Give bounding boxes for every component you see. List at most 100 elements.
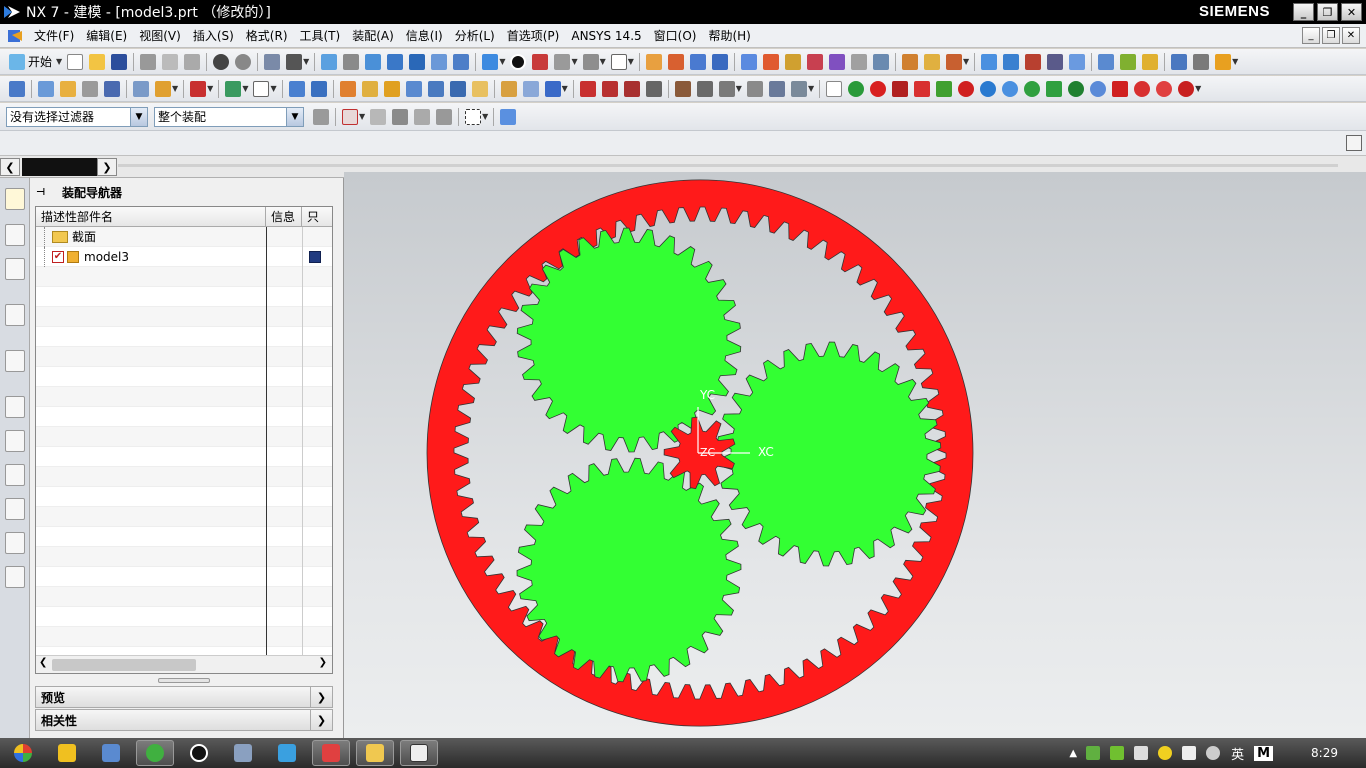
new-file-icon[interactable]: [67, 53, 84, 70]
filter-reset-icon[interactable]: [313, 108, 329, 125]
system-scene-icon[interactable]: [5, 566, 25, 588]
column-header-info[interactable]: 信息: [266, 207, 302, 226]
redo-icon[interactable]: [235, 53, 252, 70]
mirror-icon[interactable]: [500, 80, 517, 97]
surface-icon[interactable]: [981, 53, 998, 70]
doc-restore-button[interactable]: ❐: [1322, 27, 1340, 44]
input-language[interactable]: 英: [1231, 744, 1244, 763]
hardware-icon[interactable]: [1086, 746, 1101, 760]
web-browser-icon[interactable]: [5, 430, 25, 452]
rotate-icon[interactable]: [409, 53, 426, 70]
preview-section[interactable]: 预览 ❯: [35, 686, 333, 708]
chevron-right-icon[interactable]: ❯: [319, 657, 327, 668]
subtract-icon[interactable]: [253, 80, 270, 97]
tree-row-section[interactable]: 截面: [36, 226, 332, 247]
type-filter-select[interactable]: 没有选择过滤器 ▼: [6, 106, 148, 127]
taskbar-app-2[interactable]: [92, 740, 130, 766]
menu-preferences[interactable]: 首选项(P): [501, 27, 566, 44]
mesh-icon[interactable]: [1025, 53, 1042, 70]
csys-icon[interactable]: [784, 53, 801, 70]
bridge-curve-icon[interactable]: [746, 80, 763, 97]
plane-icon[interactable]: [806, 53, 823, 70]
measure-icon[interactable]: [901, 53, 918, 70]
pin-icon[interactable]: ⊣: [36, 187, 48, 198]
extract-icon[interactable]: [522, 80, 539, 97]
thicken-icon[interactable]: [471, 80, 488, 97]
orient-view-icon[interactable]: [482, 53, 499, 70]
sphere-icon[interactable]: [711, 53, 728, 70]
fit-icon[interactable]: [321, 53, 338, 70]
axis-icon[interactable]: [828, 53, 845, 70]
scale-body-icon[interactable]: [449, 80, 466, 97]
measure-angle-icon[interactable]: [923, 53, 940, 70]
render-style-icon[interactable]: [510, 53, 527, 70]
panel-splitter[interactable]: [158, 678, 210, 683]
start-button[interactable]: [4, 740, 42, 766]
assembly-navigator-icon[interactable]: [5, 188, 25, 210]
zoom-in-icon[interactable]: [387, 53, 404, 70]
scroll-thumb[interactable]: [52, 659, 196, 671]
undo-selection-icon[interactable]: [370, 108, 387, 125]
column-header-name[interactable]: 描述性部件名: [36, 207, 266, 226]
flag-icon[interactable]: [1182, 746, 1197, 760]
repeat-command-icon[interactable]: [264, 53, 281, 70]
start-menu-button[interactable]: 开始: [28, 53, 52, 70]
doc-minimize-button[interactable]: _: [1302, 27, 1320, 44]
selection-icon[interactable]: [286, 53, 303, 70]
planet-gear-right[interactable]: [716, 341, 942, 567]
shaded-icon[interactable]: [532, 53, 549, 70]
layer-icon[interactable]: [610, 53, 627, 70]
column-header-readonly[interactable]: 只: [302, 207, 332, 226]
horizontal-scrollbar[interactable]: ❮ ❯: [36, 655, 332, 673]
history-icon[interactable]: [5, 304, 25, 326]
boss-icon[interactable]: [133, 80, 149, 97]
taskbar-app-6[interactable]: [268, 740, 306, 766]
cylinder-gear-icon[interactable]: [892, 80, 909, 97]
dependencies-section[interactable]: 相关性 ❯: [35, 709, 333, 731]
trim-body-icon[interactable]: [383, 80, 400, 97]
graphics-viewport[interactable]: XC YC ZC: [344, 172, 1366, 738]
trim-curve-icon[interactable]: [790, 80, 807, 97]
snap-point-icon[interactable]: [342, 108, 358, 125]
show-hidden-icons-icon[interactable]: ▲: [1069, 748, 1077, 759]
sprocket-icon[interactable]: [1024, 80, 1041, 97]
menu-window[interactable]: 窗口(O): [648, 27, 703, 44]
menu-tools[interactable]: 工具(T): [294, 27, 347, 44]
ring-icon[interactable]: [958, 80, 975, 97]
reuse-library-icon[interactable]: [5, 350, 25, 372]
curve-icon[interactable]: [623, 80, 640, 97]
nvidia-icon[interactable]: [1110, 746, 1125, 760]
draft-icon[interactable]: [361, 80, 378, 97]
chevron-left-icon[interactable]: ❮: [0, 158, 20, 176]
sketch-icon[interactable]: [38, 80, 54, 97]
menu-insert[interactable]: 插入(S): [187, 27, 240, 44]
tab-bar-thumb[interactable]: [22, 158, 98, 176]
taskbar-app-3[interactable]: [136, 740, 174, 766]
menu-view[interactable]: 视图(V): [133, 27, 187, 44]
project-curve-icon[interactable]: [674, 80, 691, 97]
gear-spur-icon[interactable]: [848, 80, 865, 97]
menu-analysis[interactable]: 分析(L): [449, 27, 501, 44]
menu-ansys[interactable]: ANSYS 14.5: [565, 29, 647, 43]
palette-icon[interactable]: [5, 464, 25, 486]
clock-icon[interactable]: [5, 396, 25, 418]
chevron-down-icon[interactable]: ❯: [310, 710, 332, 730]
select-component-icon[interactable]: [500, 108, 517, 125]
chain-icon[interactable]: [1134, 80, 1151, 97]
undo-icon[interactable]: [213, 53, 230, 70]
security-icon[interactable]: [1158, 746, 1173, 760]
bearing-icon[interactable]: [1046, 80, 1063, 97]
pocket-icon[interactable]: [155, 80, 171, 97]
filter-icon[interactable]: [872, 53, 889, 70]
cone-icon[interactable]: [689, 53, 706, 70]
instance-icon[interactable]: [544, 80, 561, 97]
select-feature-icon[interactable]: [414, 108, 431, 125]
fullscreen-icon[interactable]: [1346, 135, 1362, 151]
save-icon[interactable]: [111, 53, 128, 70]
cylinder-icon[interactable]: [667, 53, 684, 70]
seal-icon[interactable]: [1178, 80, 1195, 97]
measure-body-icon[interactable]: [945, 53, 962, 70]
menu-edit[interactable]: 编辑(E): [80, 27, 133, 44]
nut-icon[interactable]: [1090, 80, 1107, 97]
menu-assembly[interactable]: 装配(A): [346, 27, 400, 44]
